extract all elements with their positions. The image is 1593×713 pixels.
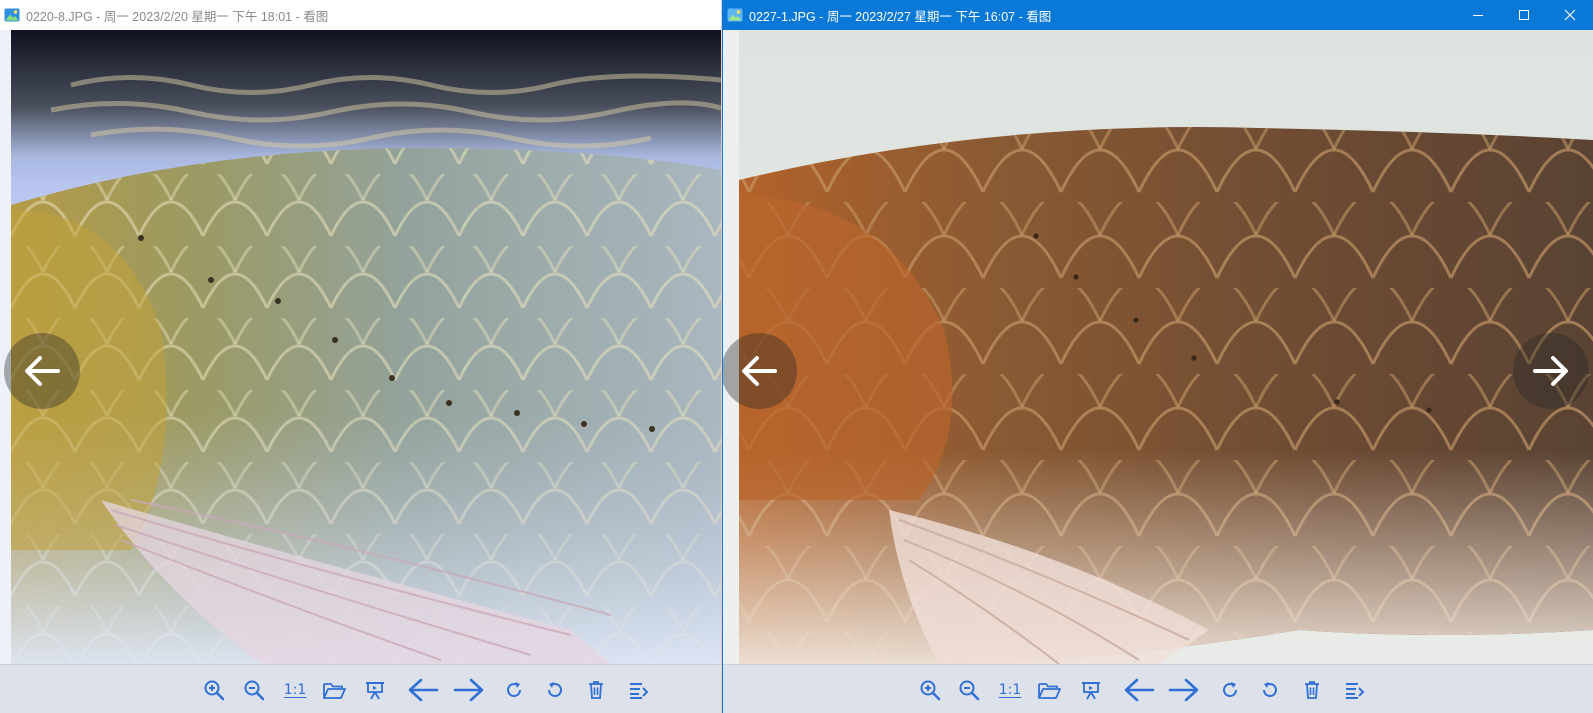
previous-image-toolbar-button[interactable]: [406, 676, 440, 704]
more-menu-button[interactable]: [624, 676, 652, 704]
actual-size-label: 1:1: [998, 682, 1022, 698]
next-image-toolbar-button[interactable]: [1167, 676, 1201, 704]
next-arrow-icon: [453, 678, 484, 702]
zoom-in-button[interactable]: [200, 676, 228, 704]
fish-photo-left: [11, 30, 721, 664]
open-folder-button[interactable]: [1035, 676, 1063, 704]
image-canvas[interactable]: [723, 30, 1593, 664]
minimize-icon: [1473, 15, 1483, 16]
window-title: 0227-1.JPG - 周一 2023/2/27 星期一 下午 16:07 -…: [749, 9, 1052, 24]
rotate-counterclockwise-icon: [548, 682, 562, 697]
arrow-left-icon: [25, 356, 60, 386]
previous-arrow-icon: [1124, 678, 1155, 702]
previous-image-toolbar-button[interactable]: [1122, 676, 1156, 704]
actual-size-button[interactable]: 1:1: [994, 676, 1026, 704]
zoom-out-icon: [959, 680, 980, 701]
delete-icon: [589, 681, 603, 699]
actual-size-label: 1:1: [283, 682, 307, 698]
next-arrow-icon: [1168, 678, 1199, 702]
next-image-button[interactable]: [1513, 333, 1589, 409]
delete-button[interactable]: [1298, 676, 1326, 704]
actual-size-button[interactable]: 1:1: [279, 676, 311, 704]
title-bar[interactable]: 0227-1.JPG - 周一 2023/2/27 星期一 下午 16:07 -…: [723, 0, 1593, 30]
more-menu-icon: [630, 683, 649, 699]
close-button[interactable]: [1547, 0, 1593, 30]
minimize-button[interactable]: [1455, 0, 1501, 30]
arrow-right-icon: [1533, 356, 1568, 386]
open-folder-icon: [1038, 683, 1061, 699]
more-menu-button[interactable]: [1340, 676, 1368, 704]
rotate-clockwise-button[interactable]: [500, 676, 528, 704]
previous-image-button[interactable]: [4, 333, 80, 409]
zoom-in-icon: [920, 680, 941, 701]
zoom-in-icon: [204, 680, 225, 701]
image-viewer-app-icon: [727, 8, 743, 22]
open-folder-button[interactable]: [320, 676, 348, 704]
maximize-icon: [1519, 10, 1529, 20]
image-canvas[interactable]: [0, 30, 721, 664]
slideshow-button[interactable]: [1077, 676, 1105, 704]
bottom-toolbar: 1:1: [723, 664, 1593, 713]
delete-icon: [1305, 681, 1319, 699]
zoom-out-button[interactable]: [955, 676, 983, 704]
image-viewer-window-right[interactable]: 0227-1.JPG - 周一 2023/2/27 星期一 下午 16:07 -…: [722, 0, 1593, 713]
maximize-button[interactable]: [1501, 0, 1547, 30]
rotate-counterclockwise-button[interactable]: [541, 676, 569, 704]
open-folder-icon: [323, 683, 346, 699]
rotate-counterclockwise-button[interactable]: [1256, 676, 1284, 704]
image-viewer-window-left[interactable]: 0220-8.JPG - 周一 2023/2/20 星期一 下午 18:01 -…: [0, 0, 722, 713]
zoom-out-button[interactable]: [240, 676, 268, 704]
image-viewer-app-icon: [4, 8, 20, 22]
bottom-toolbar: 1:1: [0, 664, 721, 713]
arrow-left-icon: [742, 356, 777, 386]
next-image-toolbar-button[interactable]: [452, 676, 486, 704]
rotate-clockwise-button[interactable]: [1216, 676, 1244, 704]
rotate-clockwise-icon: [507, 682, 521, 697]
window-title: 0220-8.JPG - 周一 2023/2/20 星期一 下午 18:01 -…: [26, 9, 329, 24]
rotate-counterclockwise-icon: [1263, 682, 1277, 697]
more-menu-icon: [1346, 683, 1365, 699]
title-bar[interactable]: 0220-8.JPG - 周一 2023/2/20 星期一 下午 18:01 -…: [0, 0, 721, 30]
slideshow-icon: [1082, 682, 1100, 700]
fish-photo-right: [739, 30, 1593, 664]
rotate-clockwise-icon: [1223, 682, 1237, 697]
close-icon: [1564, 9, 1576, 21]
previous-arrow-icon: [408, 678, 439, 702]
slideshow-button[interactable]: [361, 676, 389, 704]
delete-button[interactable]: [582, 676, 610, 704]
slideshow-icon: [366, 682, 384, 700]
zoom-in-button[interactable]: [916, 676, 944, 704]
previous-image-button[interactable]: [723, 333, 797, 409]
zoom-out-icon: [244, 680, 265, 701]
